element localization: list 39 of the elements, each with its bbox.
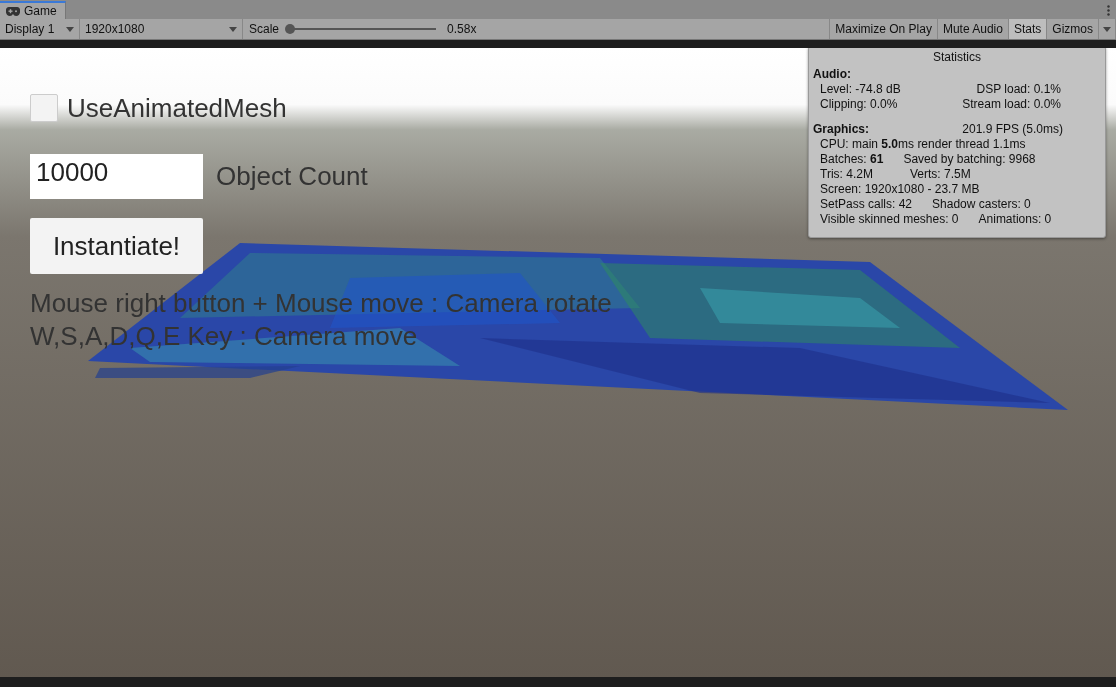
display-dropdown[interactable]: Display 1: [0, 19, 80, 39]
stat-text: Visible skinned meshes: 0: [820, 212, 959, 227]
stat-text: Clipping: 0.0%: [820, 97, 898, 112]
caret-icon: [66, 26, 74, 32]
stat-text: DSP load: 0.1%: [976, 82, 1061, 97]
stat-text: CPU: main 5.0ms render thread 1.1ms: [820, 137, 1026, 152]
stat-text: Shadow casters: 0: [932, 197, 1031, 212]
stat-text: Verts: 7.5M: [910, 167, 971, 182]
caret-icon[interactable]: [1103, 26, 1111, 32]
section-header: Graphics:: [813, 122, 869, 137]
panel-title: Statistics: [933, 50, 981, 64]
instruction-text: Mouse right button + Mouse move : Camera rotate: [30, 287, 612, 320]
checkbox-label: UseAnimatedMesh: [67, 91, 287, 125]
toggle-button[interactable]: Mute Audio: [936, 19, 1008, 39]
section-header: Audio:: [813, 67, 851, 82]
stat-text: Stream load: 0.0%: [962, 97, 1061, 112]
toggle-button[interactable]: Stats: [1007, 19, 1047, 39]
gamepad-icon: [6, 6, 20, 16]
stat-text: SetPass calls: 42: [820, 197, 913, 212]
caret-icon: [229, 26, 237, 32]
field-label: Object Count: [216, 160, 368, 193]
stat-text: 201.9 FPS (5.0ms): [962, 122, 1063, 137]
stat-text: Saved by batching: 9968: [903, 152, 1036, 167]
slider-thumb[interactable]: [285, 24, 296, 34]
stat-text: Screen: 1920x1080 - 23.7 MB: [820, 182, 980, 197]
stat-text: Animations: 0: [978, 212, 1052, 227]
stat-text: Batches: 61: [820, 152, 884, 167]
stat-text: Tris: 4.2M: [820, 167, 874, 182]
count-field[interactable]: 10000: [30, 154, 203, 199]
stat-text: Level: -74.8 dB: [820, 82, 901, 97]
game-tab[interactable]: Game: [0, 1, 66, 19]
toggle-button[interactable]: Maximize On Play: [829, 19, 937, 39]
resolution-dropdown[interactable]: 1920x1080: [80, 19, 243, 39]
scale-reading: 0.58x: [447, 21, 477, 38]
scale-label: Scale: [249, 21, 280, 38]
toggle-button[interactable]: Gizmos: [1046, 19, 1098, 39]
checkbox[interactable]: [30, 94, 58, 122]
more-icon[interactable]: [1107, 4, 1110, 16]
instantiate-button[interactable]: Instantiate!: [30, 218, 203, 274]
